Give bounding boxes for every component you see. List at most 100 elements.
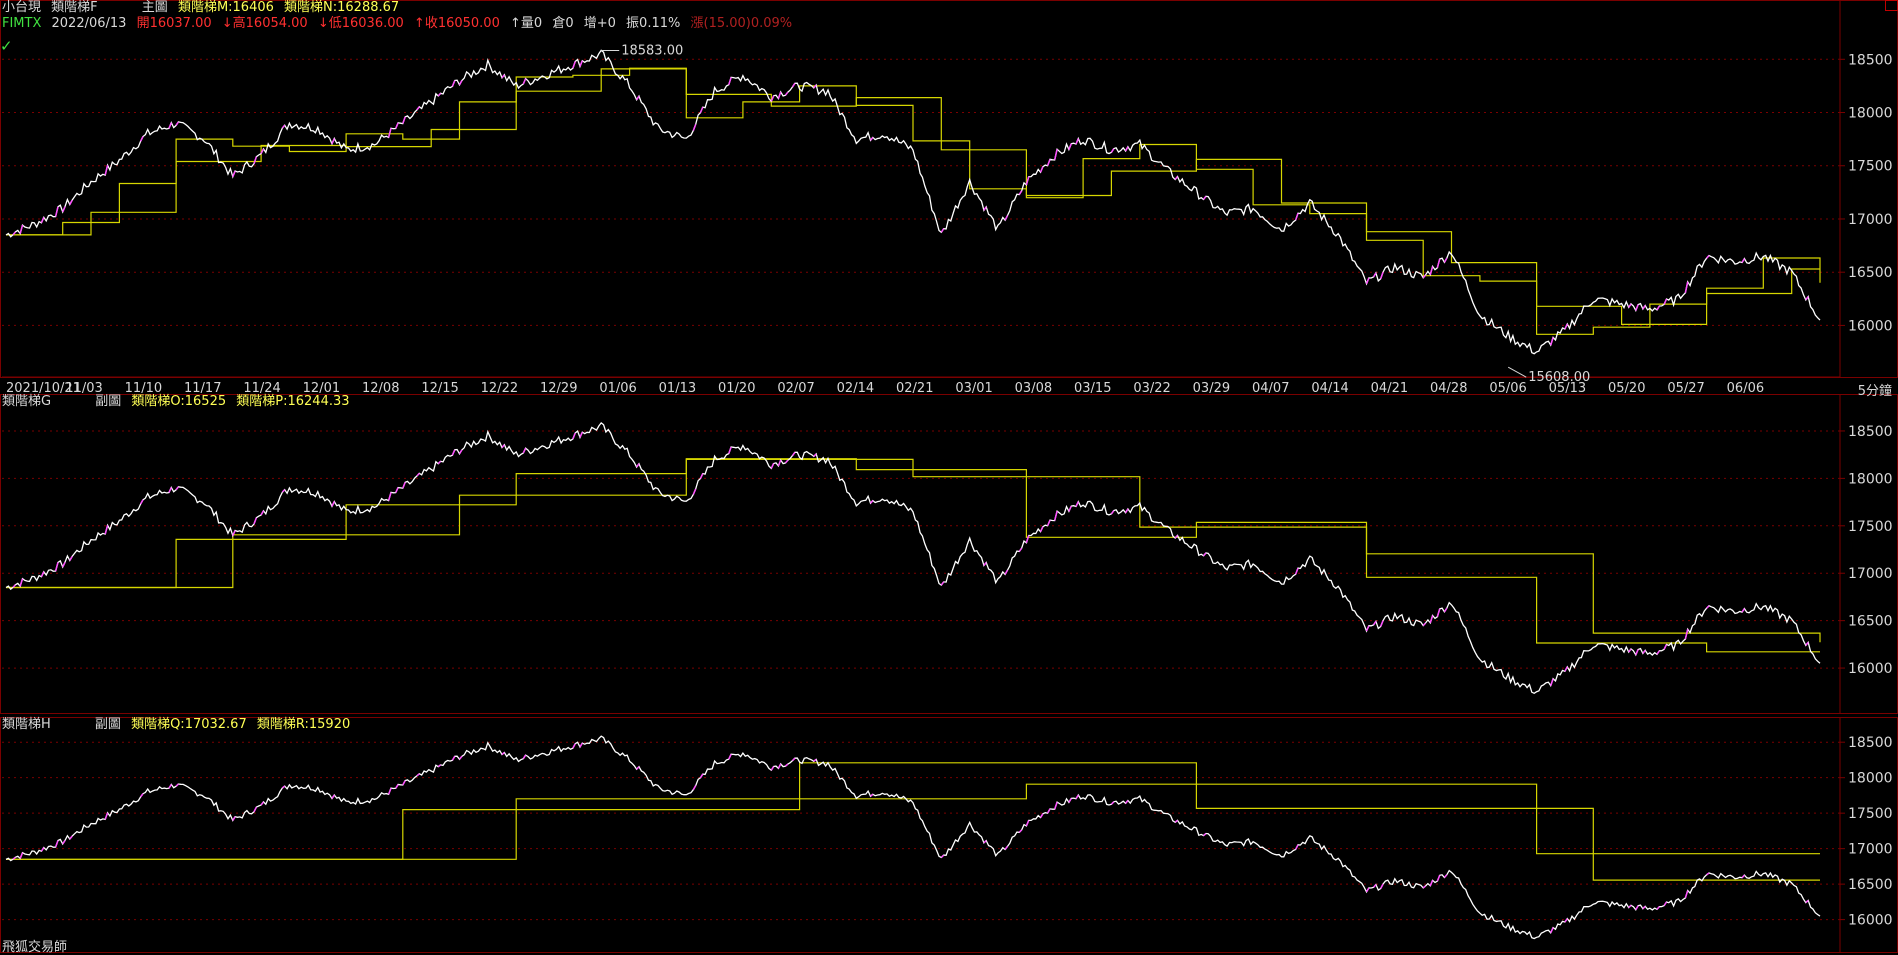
- price-up-segment: [1628, 648, 1632, 653]
- price-up-segment: [501, 751, 505, 756]
- x-tick-label: 05/27: [1667, 381, 1704, 396]
- open-interest-value: 倉0: [552, 16, 574, 31]
- price-up-segment: [1550, 678, 1554, 686]
- timeframe-label[interactable]: 5分鐘: [1858, 380, 1892, 399]
- price-up-segment: [168, 784, 172, 789]
- price-up-segment: [1124, 508, 1129, 514]
- y-tick-label: 18500: [1848, 424, 1893, 440]
- sub2-chart-role: 副圖: [94, 717, 121, 732]
- x-tick-label: 12/29: [540, 381, 577, 396]
- price-up-segment: [1628, 303, 1632, 308]
- price-up-segment: [572, 743, 576, 749]
- ladder-series-line: [6, 458, 1821, 643]
- price-up-segment: [1039, 813, 1044, 818]
- price-up-segment: [813, 453, 817, 457]
- price-up-segment: [437, 460, 442, 465]
- x-tick-label: 12/08: [362, 381, 399, 396]
- y-tick-label: 16500: [1848, 614, 1893, 630]
- price-up-segment: [1741, 874, 1745, 879]
- price-up-segment: [69, 199, 73, 206]
- price-up-segment: [1642, 649, 1646, 654]
- price-up-segment: [813, 758, 817, 762]
- price-up-segment: [1663, 901, 1668, 907]
- price-up-segment: [1294, 212, 1299, 221]
- price-up-segment: [572, 61, 576, 69]
- volume-value: ↑量0: [510, 16, 543, 31]
- price-up-segment: [501, 74, 505, 79]
- price-up-segment: [1805, 641, 1809, 646]
- close-icon[interactable]: [1885, 0, 1898, 11]
- price-up-segment: [1564, 666, 1568, 672]
- price-change-value: 漲(15.00)0.09%: [690, 16, 793, 31]
- price-up-segment: [770, 766, 775, 771]
- price-up-segment: [168, 487, 173, 493]
- price-up-segment: [983, 840, 987, 844]
- panel-frame: [0, 0, 1898, 378]
- ladder-o-value: 類階梯O:16525: [131, 394, 227, 409]
- price-up-segment: [579, 742, 583, 748]
- price-up-segment: [104, 812, 109, 820]
- ladder-p-value: 類階梯P:16244.33: [236, 394, 350, 409]
- price-up-segment: [1075, 794, 1079, 800]
- price-up-segment: [1656, 650, 1661, 655]
- price-up-segment: [1068, 798, 1072, 803]
- price-up-segment: [699, 473, 704, 479]
- price-up-segment: [402, 780, 406, 786]
- price-up-segment: [1429, 879, 1434, 887]
- price-up-segment: [281, 489, 286, 493]
- y-tick-label: 16000: [1848, 661, 1893, 677]
- price-up-segment: [1642, 905, 1646, 910]
- price-up-segment: [791, 451, 796, 457]
- price-up-segment: [1365, 887, 1370, 893]
- price-up-segment: [1174, 176, 1179, 180]
- price-up-segment: [1805, 899, 1809, 904]
- price-up-segment: [232, 170, 236, 178]
- price-up-segment: [1018, 829, 1023, 833]
- app-brand: 飛狐交易師: [2, 940, 68, 955]
- indicator-name: 類階梯F: [51, 0, 98, 15]
- price-up-segment: [1379, 271, 1384, 279]
- price-up-segment: [402, 116, 406, 124]
- price-up-segment: [40, 571, 45, 577]
- price-up-segment: [458, 449, 463, 455]
- price-up-segment: [451, 449, 456, 456]
- price-up-segment: [416, 106, 420, 111]
- price-up-segment: [416, 472, 420, 477]
- price-up-segment: [387, 787, 392, 795]
- symbol-name: 小台現: [2, 0, 42, 15]
- price-up-segment: [1706, 605, 1710, 609]
- price-up-segment: [522, 78, 527, 85]
- price-up-segment: [699, 106, 704, 114]
- price-up-segment: [1018, 190, 1023, 195]
- panel-frame: [0, 717, 1898, 953]
- ladder-q-value: 類階梯Q:17032.67: [131, 717, 247, 732]
- price-up-segment: [1124, 146, 1129, 152]
- price-up-segment: [40, 217, 45, 224]
- price-up-segment: [1054, 801, 1058, 810]
- x-tick-label: 05/06: [1489, 381, 1526, 396]
- x-tick-label: 01/20: [718, 381, 755, 396]
- price-up-segment: [940, 581, 945, 586]
- ladder-m-value: 類階梯M:16406: [177, 0, 274, 15]
- price-up-segment: [1004, 569, 1009, 575]
- price-up-segment: [777, 91, 782, 99]
- ladder-series-line: [6, 762, 1820, 881]
- extreme-value-label: 15608.00: [1528, 370, 1590, 385]
- price-up-segment: [387, 492, 392, 501]
- price-up-segment: [395, 122, 399, 129]
- ladder-series-line: [6, 67, 1821, 335]
- price-up-segment: [784, 91, 789, 96]
- chart-role-label: 主圖: [141, 0, 168, 15]
- price-up-segment: [1429, 266, 1434, 275]
- price-up-segment: [728, 77, 732, 85]
- price-up-segment: [253, 156, 258, 164]
- price-up-segment: [1436, 875, 1441, 882]
- price-up-segment: [1373, 884, 1377, 888]
- y-tick-label: 18500: [1848, 735, 1893, 751]
- x-tick-label: 02/07: [777, 381, 814, 396]
- y-tick-label: 18000: [1848, 471, 1893, 487]
- price-up-segment: [451, 80, 456, 87]
- price-up-segment: [1202, 552, 1207, 557]
- price-up-segment: [54, 562, 59, 572]
- price-up-segment: [1635, 649, 1639, 656]
